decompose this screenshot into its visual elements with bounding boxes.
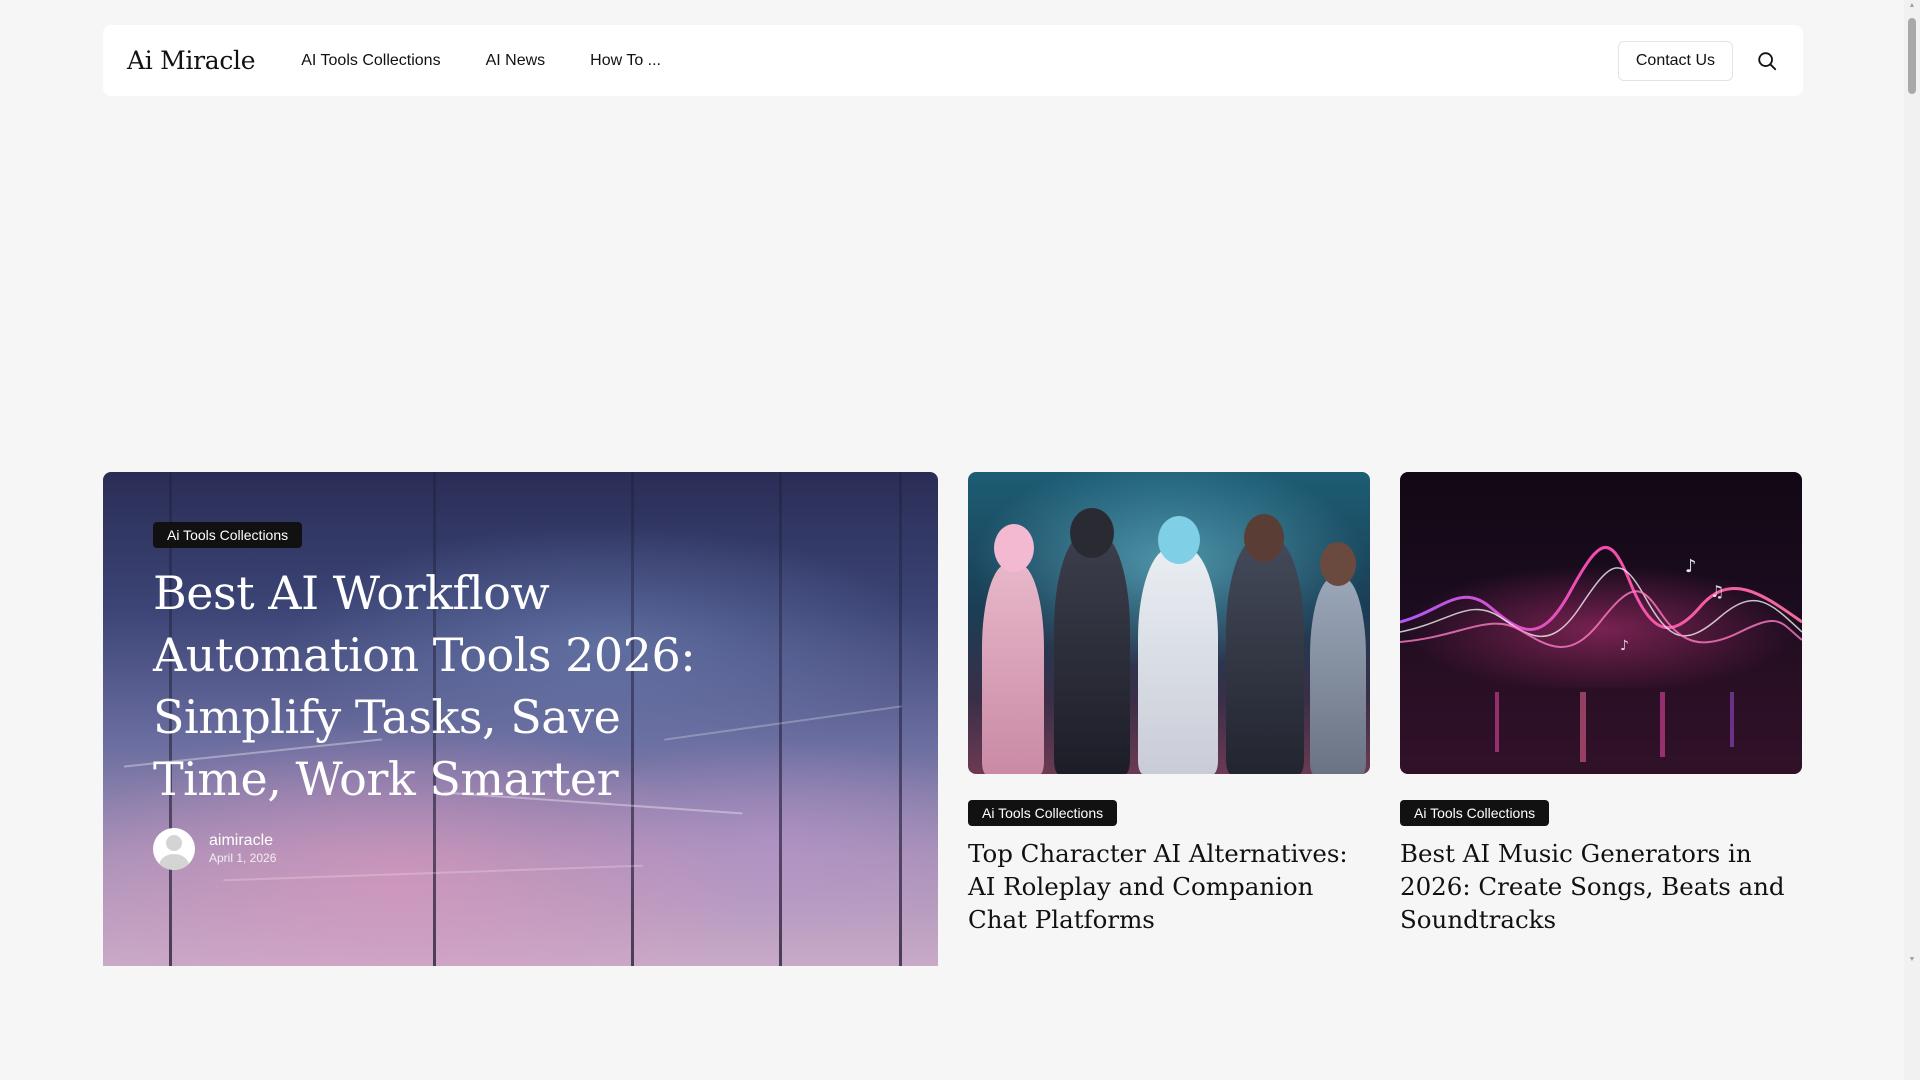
author-meta: aimiracle April 1, 2026 <box>209 832 276 866</box>
character-figure <box>1310 578 1366 774</box>
character-head <box>1320 542 1356 586</box>
article-card: ♪ ♫ ♪ Ai Tools Collections Best AI Music… <box>1400 472 1802 936</box>
character-head <box>1244 514 1284 562</box>
article-card: Ai Tools Collections Top Character AI Al… <box>968 472 1370 936</box>
character-figure <box>1226 538 1304 774</box>
article-title[interactable]: Best AI Music Generators in 2026: Create… <box>1400 837 1802 936</box>
character-figure <box>982 564 1044 774</box>
nav-item-how-to[interactable]: How To ... <box>590 52 661 70</box>
character-head <box>1158 516 1200 564</box>
featured-article-content: Ai Tools Collections Best AI Workflow Au… <box>153 522 713 870</box>
background-pillar <box>899 472 902 966</box>
svg-text:♪: ♪ <box>1685 556 1697 577</box>
character-head <box>994 524 1034 572</box>
character-figure <box>1138 548 1218 774</box>
sound-wave-graphic: ♪ ♫ ♪ <box>1400 546 1802 774</box>
search-icon[interactable] <box>1755 49 1779 73</box>
contact-us-button[interactable]: Contact Us <box>1617 40 1733 81</box>
scroll-down-arrow-icon[interactable]: ▼ <box>1908 956 1916 964</box>
header-actions: Contact Us <box>1617 40 1779 81</box>
author-info: aimiracle April 1, 2026 <box>153 828 713 870</box>
page-scrollbar[interactable]: ▲ ▼ <box>1904 0 1920 1080</box>
article-thumbnail[interactable]: ♪ ♫ ♪ <box>1400 472 1802 774</box>
post-date: April 1, 2026 <box>209 851 277 865</box>
background-pillar <box>779 472 782 966</box>
featured-article-card[interactable]: Ai Tools Collections Best AI Workflow Au… <box>103 472 938 966</box>
site-logo[interactable]: Ai Miracle <box>127 46 256 75</box>
scrollbar-thumb[interactable] <box>1908 18 1916 94</box>
author-name[interactable]: aimiracle <box>209 832 276 850</box>
svg-text:♫: ♫ <box>1710 582 1724 601</box>
category-badge[interactable]: Ai Tools Collections <box>1400 800 1550 826</box>
featured-article-title[interactable]: Best AI Workflow Automation Tools 2026: … <box>153 562 713 810</box>
nav-item-ai-news[interactable]: AI News <box>486 52 546 70</box>
category-badge[interactable]: Ai Tools Collections <box>153 522 303 548</box>
svg-text:♪: ♪ <box>1620 638 1629 654</box>
category-badge[interactable]: Ai Tools Collections <box>968 800 1118 826</box>
main-nav: AI Tools Collections AI News How To ... <box>301 52 661 70</box>
nav-item-ai-tools-collections[interactable]: AI Tools Collections <box>301 52 440 70</box>
character-head <box>1070 508 1114 558</box>
scroll-up-arrow-icon[interactable]: ▲ <box>1908 2 1916 10</box>
character-figure <box>1054 534 1130 774</box>
avatar[interactable] <box>153 828 195 870</box>
site-header: Ai Miracle AI Tools Collections AI News … <box>103 25 1803 96</box>
article-title[interactable]: Top Character AI Alternatives: AI Rolepl… <box>968 837 1370 936</box>
article-thumbnail[interactable] <box>968 472 1370 774</box>
